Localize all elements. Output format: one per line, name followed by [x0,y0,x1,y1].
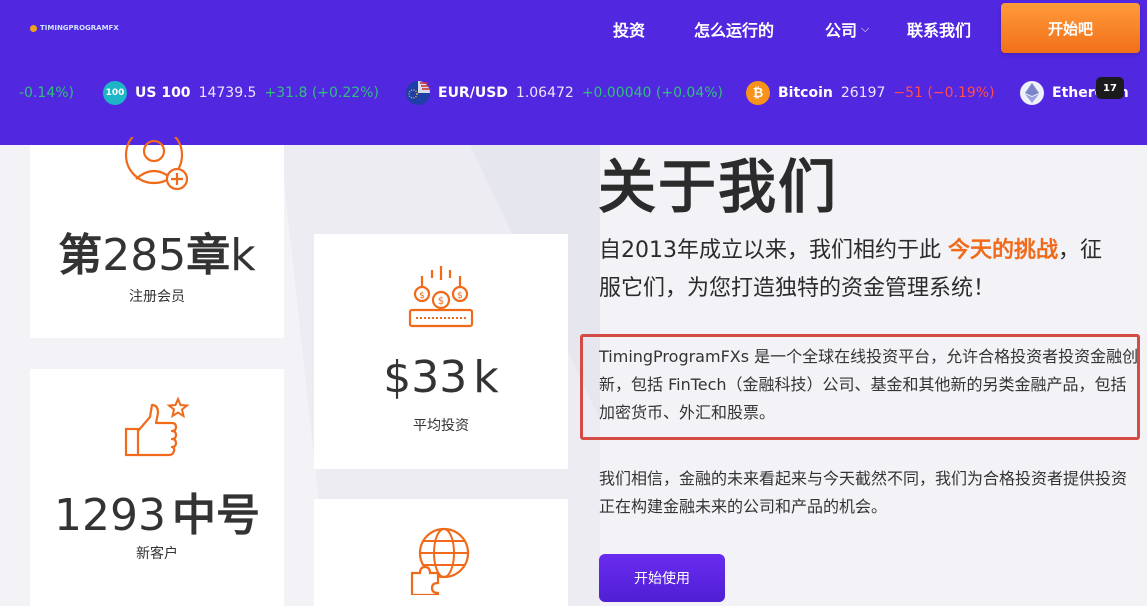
nav-item-label: 联系我们 [907,21,972,40]
stat-value-unit: k [230,230,256,281]
stat-label: 新客户 [136,546,178,562]
stat-label: 平均投资 [413,418,469,434]
stat-value-suffix: 中号 [171,490,260,541]
nav-item-company[interactable]: 公司 ⌵ [825,17,869,41]
ticker-change: +31.8 (+0.22%) [264,85,379,101]
eu-us-flag-icon [406,81,430,105]
svg-text:$: $ [438,296,444,307]
stat-value-suffix: 章 [186,230,231,281]
stat-label: 注册会员 [129,289,185,305]
thumbs-up-star-icon [124,396,190,457]
nav-item-label: 投资 [613,21,646,40]
logo-text: TIMINGPROGRAMFX [40,24,119,32]
ethereum-icon [1020,81,1044,105]
stat-card-global [314,499,568,606]
about-title: 关于我们 [598,153,839,221]
ticker-change: +0.00040 (+0.04%) [581,85,724,101]
site-header: TIMINGPROGRAMFX 投资 怎么运行的 公司 ⌵ 联系我们 开始吧 -… [0,0,1147,145]
stat-card-avg-investment: $ $ $ $33 k 平均投资 [314,234,568,469]
ticker-item[interactable]: 100 US 100 14739.5 +31.8 (+0.22%) [103,78,379,108]
get-started-button[interactable]: 开始吧 [1001,3,1140,53]
us100-icon: 100 [103,81,127,105]
ticker-name: EUR/USD [438,85,508,101]
tradingview-logo-icon[interactable]: 17 [1096,77,1124,99]
about-lead-highlight: 今天的挑战 [948,238,1059,263]
ticker-tape: -0.14%) 100 US 100 14739.5 +31.8 (+0.22%… [0,78,1147,108]
nav-item-label: 怎么运行的 [694,21,775,40]
money-stack-icon: $ $ $ [408,266,474,328]
nav-item-invest[interactable]: 投资 [613,17,645,41]
chevron-down-icon: ⌵ [861,22,870,35]
nav-item-how-it-works[interactable]: 怎么运行的 [694,17,774,41]
nav-item-contact[interactable]: 联系我们 [907,17,971,41]
ticker-name: Bitcoin [778,85,833,101]
ticker-price: 1.06472 [515,85,574,101]
stat-value: 第285章k [30,219,284,283]
about-paragraph-1: TimingProgramFXs 是一个全球在线投资平台，允许合格投资者投资金融… [599,347,1139,422]
stat-card-new-clients: 1293 中号 新客户 [30,369,284,606]
start-using-button[interactable]: 开始使用 [599,554,725,602]
stat-value-unit: k [473,352,499,403]
ticker-change: -0.14%) [19,85,74,101]
ticker-price: 26197 [840,85,886,101]
stat-value-number: 33 [411,352,468,403]
ticker-price: 14739.5 [198,85,257,101]
bitcoin-icon: ₿ [746,81,770,105]
ticker-change: −51 (−0.19%) [893,85,995,101]
svg-text:$: $ [419,291,425,301]
ticker-item[interactable]: -0.14%) [19,78,74,108]
stat-value-prefix: 第 [58,230,103,281]
nav-item-label: 公司 [825,21,858,40]
stat-value-number: 1293 [54,490,166,541]
stat-value: $33 k [314,352,568,403]
logo-mark-icon [30,24,37,32]
stat-value: 1293 中号 [30,479,284,543]
ticker-item[interactable]: ₿ Bitcoin 26197 −51 (−0.19%) [746,78,995,108]
ticker-item[interactable]: EUR/USD 1.06472 +0.00040 (+0.04%) [406,78,723,108]
globe-puzzle-icon [410,527,470,595]
stat-value-number: 285 [102,230,187,281]
site-logo[interactable]: TIMINGPROGRAMFX [30,24,119,32]
stat-value-prefix: $ [383,352,412,403]
about-paragraph-2: 我们相信，金融的未来看起来与今天截然不同，我们为合格投资者提供投资正在构建金融未… [599,469,1128,516]
ticker-name: US 100 [135,85,191,101]
about-lead: 自2013年成立以来，我们相约于此 今天的挑战，征服它们，为您打造独特的资金管理… [599,232,1119,308]
user-add-icon [124,137,189,191]
stat-card-members: 第285章k 注册会员 [30,137,284,338]
about-lead-text: 自2013年成立以来，我们相约于此 [599,238,941,263]
svg-text:$: $ [457,291,463,301]
